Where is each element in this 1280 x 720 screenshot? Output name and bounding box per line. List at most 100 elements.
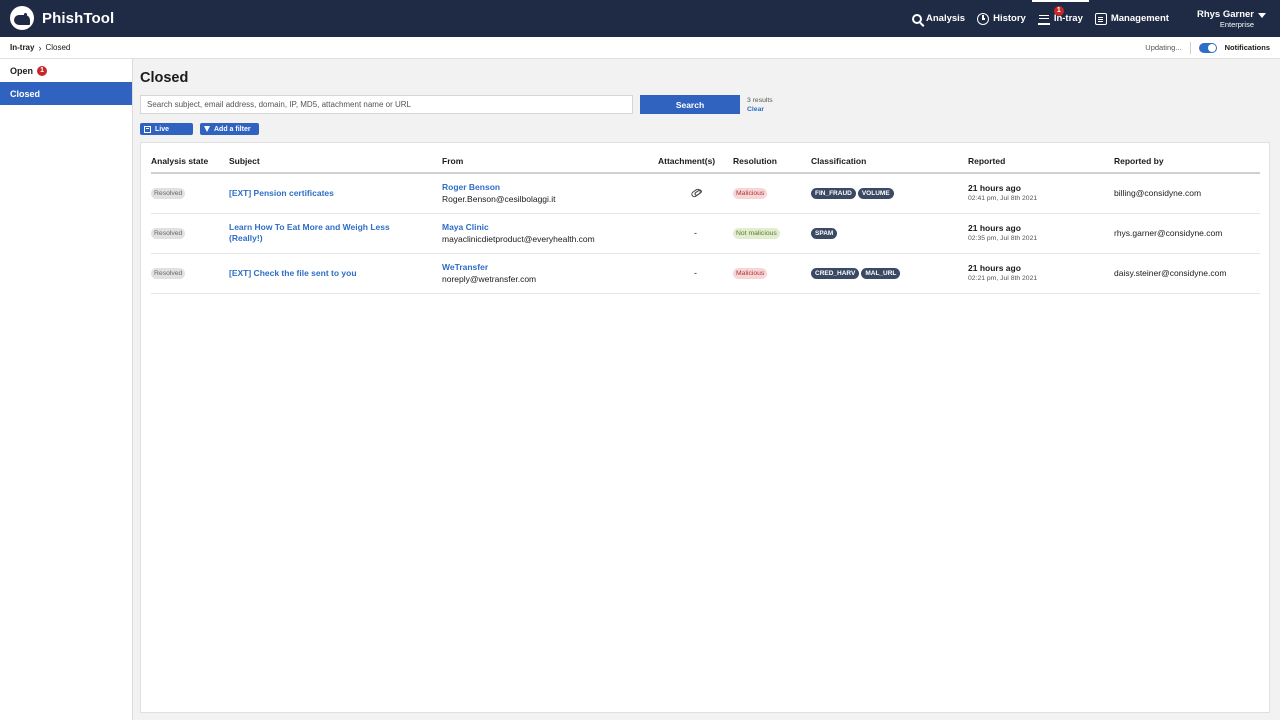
inbox-tray-icon — [1037, 13, 1050, 25]
notifications-toggle[interactable] — [1198, 42, 1217, 53]
resolution-badge: Malicious — [733, 268, 768, 279]
updating-status: Updating... — [1145, 43, 1182, 52]
column-header-reported[interactable]: Reported — [968, 149, 1114, 174]
classification-tag: CRED_HARV — [811, 268, 860, 279]
classification-tag: SPAM — [811, 228, 838, 239]
status-badge: Resolved — [151, 268, 186, 279]
table-row[interactable]: Resolved Learn How To Eat More and Weigh… — [151, 213, 1260, 254]
classification-cell: FIN_FRAUD VOLUME — [811, 173, 968, 214]
breadcrumb-in-tray[interactable]: In-tray — [10, 43, 34, 52]
live-label: Live — [155, 125, 170, 133]
classification-cell: SPAM — [811, 213, 968, 254]
nav-in-tray[interactable]: In-tray 1 — [1031, 0, 1089, 37]
reported-timestamp: 02:21 pm, Jul 8th 2021 — [968, 274, 1038, 282]
table-row[interactable]: Resolved [EXT] Pension certificates Roge… — [151, 173, 1260, 214]
subject-cell: [EXT] Pension certificates — [229, 173, 442, 214]
sender-email: Roger.Benson@cesilbolaggi.it — [442, 194, 556, 205]
breadcrumb-bar: In-tray › Closed Updating... Notificatio… — [0, 37, 1280, 59]
live-filter-button[interactable]: Live — [140, 123, 193, 135]
app-name: PhishTool — [42, 9, 115, 27]
sender-name[interactable]: Maya Clinic — [442, 221, 658, 233]
column-header-resolution[interactable]: Resolution — [733, 149, 811, 174]
reported-relative: 21 hours ago — [968, 182, 1021, 193]
state-cell: Resolved — [151, 173, 229, 214]
search-icon — [912, 13, 922, 24]
resolution-cell: Not malicious — [733, 213, 811, 254]
status-area: Updating... Notifications — [1145, 41, 1270, 54]
paperclip-icon[interactable] — [689, 187, 702, 199]
notifications-label: Notifications — [1224, 43, 1270, 52]
reported-timestamp: 02:35 pm, Jul 8th 2021 — [968, 234, 1038, 242]
column-header-analysis-state[interactable]: Analysis state — [151, 149, 229, 174]
sidebar-item-closed[interactable]: Closed — [0, 82, 132, 105]
breadcrumb-current: Closed — [45, 43, 71, 52]
add-filter-label: Add a filter — [214, 125, 251, 133]
column-header-reported-by[interactable]: Reported by — [1114, 149, 1260, 174]
results-count: 3 results — [747, 97, 773, 104]
resolution-badge: Not malicious — [733, 228, 780, 239]
state-cell: Resolved — [151, 213, 229, 254]
reported-timestamp: 02:41 pm, Jul 8th 2021 — [968, 194, 1038, 202]
sender-email: noreply@wetransfer.com — [442, 274, 537, 284]
reported-relative: 21 hours ago — [968, 262, 1021, 273]
sender-name[interactable]: WeTransfer — [442, 261, 658, 273]
reported-cell: 21 hours ago 02:21 pm, Jul 8th 2021 — [968, 253, 1114, 294]
reported-relative: 21 hours ago — [968, 222, 1021, 233]
main-nav: Analysis History In-tray 1 Management — [906, 0, 1175, 37]
search-button[interactable]: Search — [640, 95, 740, 114]
page-title: Closed — [140, 70, 189, 86]
open-count-badge: 1 — [37, 65, 48, 76]
reported-cell: 21 hours ago 02:35 pm, Jul 8th 2021 — [968, 213, 1114, 254]
subject-cell: Learn How To Eat More and Weigh Less (Re… — [229, 213, 442, 254]
classification-cell: CRED_HARV MAL_URL — [811, 253, 968, 294]
nav-analysis-label: Analysis — [926, 13, 966, 24]
clear-search-link[interactable]: Clear — [747, 105, 773, 114]
results-table: Analysis state Subject From Attachment(s… — [151, 149, 1260, 294]
chevron-right-icon: › — [38, 42, 42, 53]
user-plan: Enterprise — [1219, 20, 1254, 29]
in-tray-count-badge: 1 — [1053, 6, 1064, 16]
status-badge: Resolved — [151, 228, 186, 239]
nav-management-label: Management — [1110, 13, 1169, 24]
nav-history[interactable]: History — [971, 0, 1032, 37]
resolution-cell: Malicious — [733, 173, 811, 214]
column-header-classification[interactable]: Classification — [811, 149, 968, 174]
brand[interactable]: PhishTool — [10, 6, 114, 30]
user-menu[interactable]: Rhys Garner Enterprise — [1197, 10, 1267, 29]
add-filter-button[interactable]: Add a filter — [200, 123, 259, 135]
phishtool-logo-icon — [10, 6, 34, 30]
state-cell: Resolved — [151, 253, 229, 294]
reported-cell: 21 hours ago 02:41 pm, Jul 8th 2021 — [968, 173, 1114, 214]
nav-analysis[interactable]: Analysis — [906, 0, 971, 37]
from-cell: Maya Clinic mayaclinicdietproduct@everyh… — [442, 213, 658, 254]
table-row[interactable]: Resolved [EXT] Check the file sent to yo… — [151, 253, 1260, 294]
subject-link[interactable]: [EXT] Check the file sent to you — [229, 268, 419, 279]
search-input[interactable] — [140, 95, 633, 114]
no-attachment: - — [694, 228, 697, 238]
subject-link[interactable]: [EXT] Pension certificates — [229, 188, 419, 199]
attachment-cell: - — [658, 253, 733, 294]
classification-tag: VOLUME — [857, 188, 894, 200]
results-panel: Analysis state Subject From Attachment(s… — [140, 142, 1270, 713]
column-header-subject[interactable]: Subject — [229, 149, 442, 174]
user-name: Rhys Garner — [1197, 10, 1267, 20]
calendar-icon — [144, 125, 151, 133]
filter-funnel-icon — [204, 126, 210, 132]
column-header-attachments[interactable]: Attachment(s) — [658, 149, 733, 174]
sidebar-item-open[interactable]: Open 1 — [0, 59, 132, 82]
no-attachment: - — [694, 268, 697, 278]
divider — [1189, 41, 1191, 54]
nav-history-label: History — [993, 13, 1026, 24]
classification-tag: MAL_URL — [861, 268, 901, 279]
nav-management[interactable]: Management — [1089, 0, 1175, 37]
history-icon — [977, 12, 990, 25]
top-navigation-bar: PhishTool Analysis History In-tray 1 Man… — [0, 0, 1280, 37]
management-icon — [1094, 12, 1107, 25]
column-header-from[interactable]: From — [442, 149, 658, 174]
sidebar-item-label: Open — [10, 65, 34, 76]
from-cell: WeTransfer noreply@wetransfer.com — [442, 253, 658, 294]
sender-name[interactable]: Roger Benson — [442, 181, 658, 193]
classification-tag: FIN_FRAUD — [811, 188, 856, 200]
reported-by-cell: rhys.garner@considyne.com — [1114, 213, 1260, 254]
subject-link[interactable]: Learn How To Eat More and Weigh Less (Re… — [229, 222, 419, 244]
